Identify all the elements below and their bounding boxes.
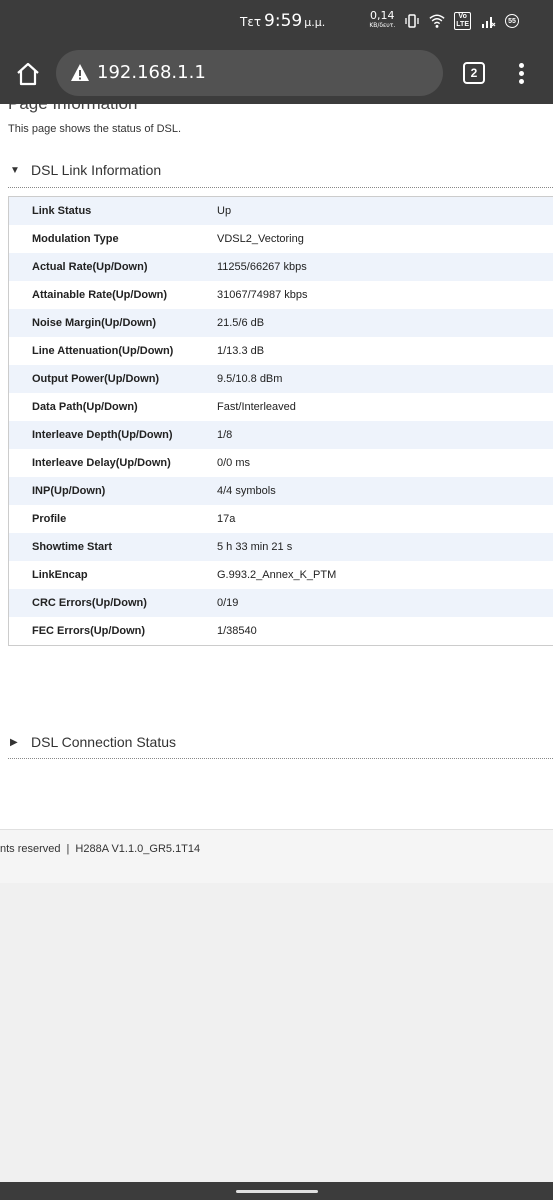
table-row: Noise Margin(Up/Down) 21.5/6 dB [9, 309, 553, 337]
row-key: Showtime Start [32, 541, 113, 553]
row-value: 11255/66267 kbps [217, 261, 307, 273]
row-key: Interleave Depth(Up/Down) [32, 429, 173, 441]
expand-arrow-icon: ▶ [10, 736, 18, 748]
section-label: DSL Connection Status [31, 734, 177, 750]
status-ampm: μ.μ. [304, 16, 326, 29]
row-key: Noise Margin(Up/Down) [32, 317, 157, 329]
table-row: Interleave Delay(Up/Down) 0/0 ms [9, 449, 553, 477]
row-key: Actual Rate(Up/Down) [32, 261, 148, 273]
footer-separator: | [66, 843, 70, 855]
row-value: Fast/Interleaved [217, 401, 296, 413]
section-divider [8, 187, 553, 188]
row-key: LinkEncap [32, 569, 88, 581]
row-value: G.993.2_Annex_K_PTM [217, 569, 337, 581]
battery-icon: 55 [505, 14, 519, 28]
browser-toolbar: 192.168.1.1 2 [0, 44, 553, 104]
menu-dot [518, 78, 524, 84]
tabs-button[interactable]: 2 [463, 62, 485, 84]
table-row: Interleave Depth(Up/Down) 1/8 [9, 421, 553, 449]
row-key: Profile [32, 513, 67, 525]
section-dsl-link-information[interactable]: ▼ DSL Link Information [10, 162, 161, 178]
gesture-handle[interactable] [236, 1190, 318, 1193]
warning-icon[interactable] [70, 63, 90, 83]
table-row: Modulation Type VDSL2_Vectoring [9, 225, 553, 253]
network-speed-value: 0,14 [370, 9, 395, 22]
url-text[interactable]: 192.168.1.1 [97, 62, 206, 83]
page-footer: nts reserved | H288A V1.1.0_GR5.1T14 [0, 829, 553, 883]
table-row: Line Attenuation(Up/Down) 1/13.3 dB [9, 337, 553, 365]
more-vert-icon[interactable] [510, 58, 532, 88]
footer-version: H288A V1.1.0_GR5.1T14 [75, 843, 201, 855]
row-value: 0/19 [217, 597, 239, 609]
collapse-arrow-icon: ▼ [10, 164, 20, 176]
table-row: CRC Errors(Up/Down) 0/19 [9, 589, 553, 617]
table-row: Actual Rate(Up/Down) 11255/66267 kbps [9, 253, 553, 281]
web-content: Page Information This page shows the sta… [0, 104, 553, 829]
row-value: 17a [217, 513, 236, 525]
row-value: 9.5/10.8 dBm [217, 373, 283, 385]
status-clock: 9:59 [264, 11, 303, 31]
network-speed-unit: KB/δευτ. [369, 22, 396, 29]
vibrate-icon [404, 13, 420, 29]
row-value: 1/8 [217, 429, 233, 441]
row-key: CRC Errors(Up/Down) [32, 597, 147, 609]
battery-level: 55 [508, 17, 516, 25]
page-title: Page Information [8, 104, 137, 114]
volte-top-label: Vo [458, 13, 467, 20]
row-key: Data Path(Up/Down) [32, 401, 138, 413]
row-value: Up [217, 205, 232, 217]
section-dsl-connection-status[interactable]: ▶ DSL Connection Status [10, 734, 176, 750]
section-divider [8, 758, 553, 759]
row-key: FEC Errors(Up/Down) [32, 625, 146, 637]
status-bar: Τετ 9:59 μ.μ. 0,14 KB/δευτ. Vo LTE 55 [0, 0, 553, 44]
menu-dot [518, 62, 524, 68]
network-speed: 0,14 KB/δευτ. [369, 9, 396, 30]
status-day: Τετ [240, 15, 262, 29]
status-time: Τετ 9:59 μ.μ. [240, 11, 325, 31]
row-key: Output Power(Up/Down) [32, 373, 160, 385]
row-key: Line Attenuation(Up/Down) [32, 345, 174, 357]
system-nav-bar [0, 1182, 553, 1200]
table-row: Output Power(Up/Down) 9.5/10.8 dBm [9, 365, 553, 393]
row-value: 21.5/6 dB [217, 317, 265, 329]
row-key: INP(Up/Down) [32, 485, 106, 497]
row-value: 1/13.3 dB [217, 345, 265, 357]
tab-count: 2 [470, 66, 478, 80]
home-button[interactable] [14, 60, 42, 88]
table-row: Data Path(Up/Down) Fast/Interleaved [9, 393, 553, 421]
row-value: VDSL2_Vectoring [217, 233, 304, 245]
table-row: Profile 17a [9, 505, 553, 533]
row-key: Link Status [32, 205, 92, 217]
volte-icon: Vo LTE [454, 12, 471, 30]
row-value: 4/4 symbols [217, 485, 276, 497]
row-key: Attainable Rate(Up/Down) [32, 289, 168, 301]
dsl-link-table: Link Status Up Modulation Type VDSL2_Vector… [8, 196, 553, 646]
menu-dot [518, 70, 524, 76]
row-key: Modulation Type [32, 233, 119, 245]
table-row: Link Status Up [9, 197, 553, 225]
table-row: FEC Errors(Up/Down) 1/38540 [9, 617, 553, 645]
section-label: DSL Link Information [31, 162, 162, 178]
signal-icon [480, 13, 496, 29]
footer-rights: nts reserved [0, 843, 61, 855]
volte-bottom-label: LTE [456, 21, 469, 28]
footer-text: nts reserved | H288A V1.1.0_GR5.1T14 [0, 843, 200, 855]
table-row: Showtime Start 5 h 33 min 21 s [9, 533, 553, 561]
table-row: Attainable Rate(Up/Down) 31067/74987 kbps [9, 281, 553, 309]
table-row: LinkEncap G.993.2_Annex_K_PTM [9, 561, 553, 589]
row-value: 5 h 33 min 21 s [217, 541, 293, 553]
wifi-icon [429, 13, 445, 29]
row-key: Interleave Delay(Up/Down) [32, 457, 171, 469]
row-value: 31067/74987 kbps [217, 289, 308, 301]
status-icons: 0,14 KB/δευτ. Vo LTE 55 [369, 10, 519, 32]
table-row: INP(Up/Down) 4/4 symbols [9, 477, 553, 505]
row-value: 1/38540 [217, 625, 257, 637]
address-bar[interactable]: 192.168.1.1 [56, 50, 443, 96]
page-description: This page shows the status of DSL. [8, 123, 182, 135]
home-icon [17, 62, 39, 86]
row-value: 0/0 ms [217, 457, 251, 469]
